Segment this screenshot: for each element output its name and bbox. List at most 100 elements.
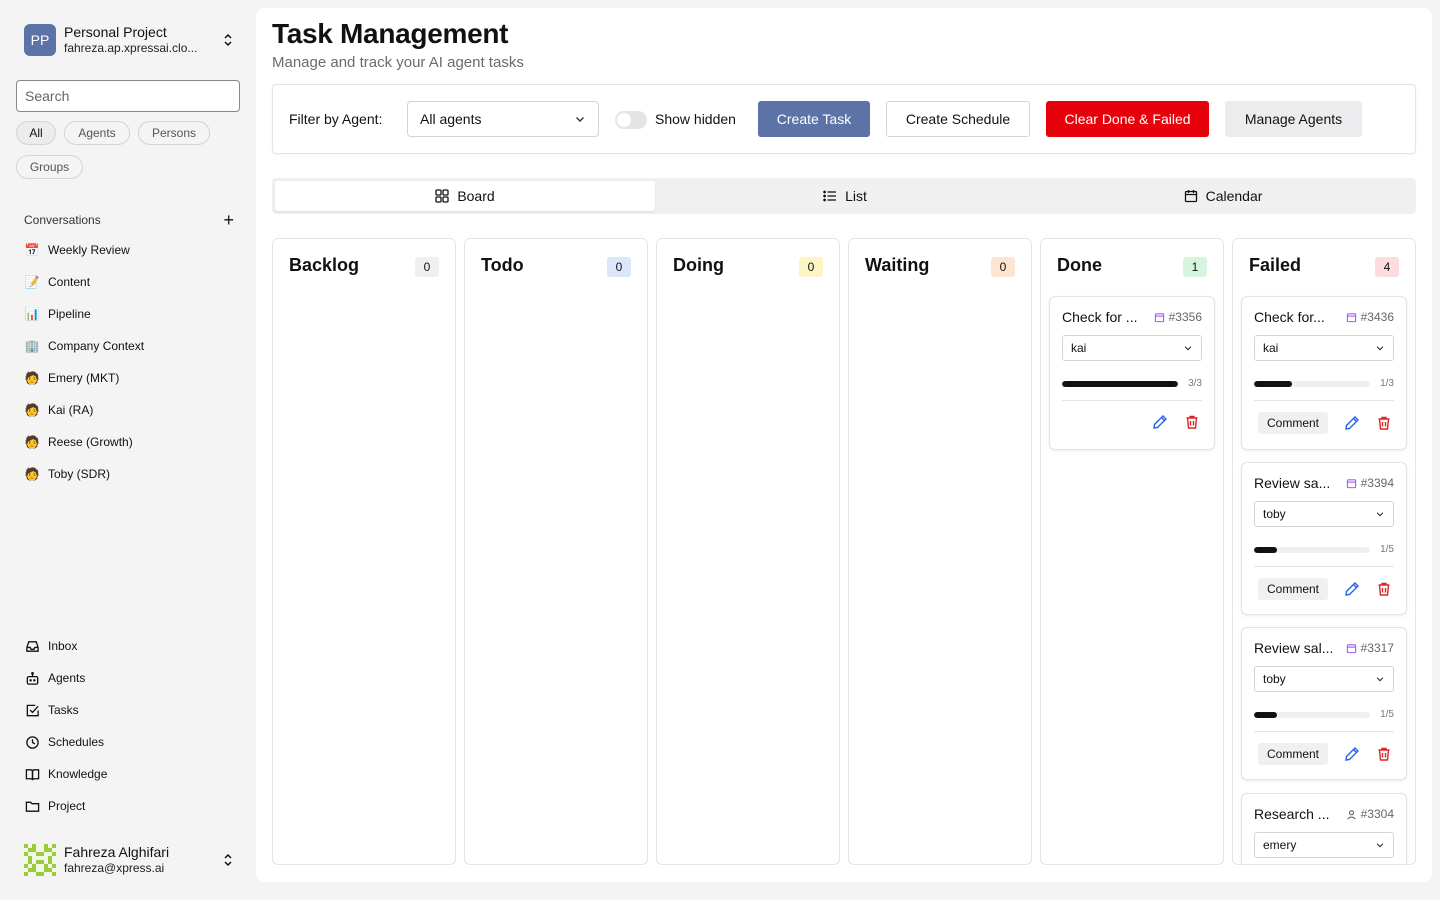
create-schedule-button[interactable]: Create Schedule — [886, 101, 1030, 137]
task-card[interactable]: Review sal... #3317 toby 1/5 Comment — [1241, 627, 1407, 780]
column-count-badge: 4 — [1375, 257, 1399, 277]
task-agent-select[interactable]: emery — [1254, 832, 1394, 858]
comment-button[interactable]: Comment — [1257, 743, 1328, 765]
task-title: Review sal... — [1254, 640, 1334, 656]
show-hidden-toggle[interactable] — [615, 111, 647, 129]
person-avatar-icon: 🧑 — [24, 371, 40, 385]
task-progress-text: 1/3 — [1380, 378, 1394, 389]
check-square-icon — [24, 702, 40, 718]
column-count-badge: 0 — [991, 257, 1015, 277]
task-progress-bar — [1254, 381, 1370, 387]
conversation-label: Reese (Growth) — [48, 435, 133, 449]
conversation-emery[interactable]: 🧑 Emery (MKT) — [24, 367, 234, 389]
page-subtitle: Manage and track your AI agent tasks — [272, 54, 524, 71]
conversation-label: Kai (RA) — [48, 403, 94, 417]
filter-chip-agents[interactable]: Agents — [64, 121, 130, 145]
column-todo: Todo 0 — [464, 238, 648, 865]
conversation-weekly-review[interactable]: 📅 Weekly Review — [24, 239, 234, 261]
manage-agents-button[interactable]: Manage Agents — [1225, 101, 1362, 137]
tab-calendar[interactable]: Calendar — [1033, 181, 1413, 211]
conversation-label: Weekly Review — [48, 243, 130, 257]
tab-board[interactable]: Board — [275, 181, 655, 211]
user-switcher[interactable]: Fahreza Alghifari fahreza@xpress.ai — [24, 842, 234, 878]
calendar-icon — [1346, 643, 1356, 653]
chevron-down-icon — [1376, 346, 1384, 351]
filter-chip-groups[interactable]: Groups — [16, 155, 83, 179]
clear-done-failed-button[interactable]: Clear Done & Failed — [1046, 101, 1209, 137]
create-task-button[interactable]: Create Task — [758, 101, 870, 137]
column-title: Backlog — [289, 255, 360, 275]
conversation-toby[interactable]: 🧑 Toby (SDR) — [24, 463, 234, 485]
tab-list[interactable]: List — [655, 181, 1035, 211]
card-divider — [1062, 400, 1202, 401]
bot-icon — [24, 670, 40, 686]
nav-agents[interactable]: Agents — [24, 667, 234, 689]
delete-trash-icon[interactable] — [1374, 579, 1394, 599]
conversation-company-context[interactable]: 🏢 Company Context — [24, 335, 234, 357]
calendar-icon — [1346, 312, 1356, 322]
nav-knowledge[interactable]: Knowledge — [24, 763, 234, 785]
column-count-badge: 0 — [799, 257, 823, 277]
column-title: Waiting — [865, 255, 930, 275]
column-doing: Doing 0 — [656, 238, 840, 865]
bar-chart-emoji-icon: 📊 — [24, 307, 40, 321]
add-conversation-icon[interactable]: + — [223, 211, 234, 229]
sidebar: PP Personal Project fahreza.ap.xpressai.… — [0, 0, 256, 900]
agent-filter-select[interactable]: All agents — [407, 101, 599, 137]
search-input[interactable] — [16, 80, 240, 112]
task-card[interactable]: Check for... #3436 kai 1/3 Comment — [1241, 296, 1407, 450]
tab-label: Board — [457, 188, 495, 204]
column-failed: Failed 4 Check for... #3436 kai 1/3 Comm… — [1232, 238, 1416, 865]
view-tabs: Board List Calendar — [272, 178, 1416, 214]
calendar-icon — [1346, 478, 1356, 488]
delete-trash-icon[interactable] — [1374, 413, 1394, 433]
task-card[interactable]: Check for ... #3356 kai 3/3 — [1049, 296, 1215, 450]
conversation-kai[interactable]: 🧑 Kai (RA) — [24, 399, 234, 421]
edit-pencil-icon[interactable] — [1342, 413, 1362, 433]
task-agent-select[interactable]: toby — [1254, 666, 1394, 692]
project-switcher[interactable]: PP Personal Project fahreza.ap.xpressai.… — [24, 24, 234, 56]
edit-pencil-icon[interactable] — [1150, 412, 1170, 432]
edit-pencil-icon[interactable] — [1342, 579, 1362, 599]
nav-inbox[interactable]: Inbox — [24, 635, 234, 657]
filter-chip-persons[interactable]: Persons — [138, 121, 210, 145]
nav-label: Schedules — [48, 735, 105, 749]
calendar-icon — [1184, 190, 1197, 203]
chevron-down-icon — [1376, 843, 1384, 848]
nav-tasks[interactable]: Tasks — [24, 699, 234, 721]
nav-project[interactable]: Project — [24, 795, 234, 817]
task-agent-select[interactable]: toby — [1254, 501, 1394, 527]
nav-schedules[interactable]: Schedules — [24, 731, 234, 753]
conversation-reese[interactable]: 🧑 Reese (Growth) — [24, 431, 234, 453]
column-count-badge: 1 — [1183, 257, 1207, 277]
column-waiting: Waiting 0 — [848, 238, 1032, 865]
nav-label: Knowledge — [48, 767, 108, 781]
filter-chip-all[interactable]: All — [16, 121, 56, 145]
main-panel: Task Management Manage and track your AI… — [256, 8, 1432, 882]
column-title: Done — [1057, 255, 1102, 275]
person-avatar-icon: 🧑 — [24, 403, 40, 417]
task-agent-value: toby — [1263, 507, 1286, 521]
person-avatar-icon: 🧑 — [24, 467, 40, 481]
task-card[interactable]: Research ... #3304 emery — [1241, 793, 1407, 864]
conversation-pipeline[interactable]: 📊 Pipeline — [24, 303, 234, 325]
task-agent-select[interactable]: kai — [1254, 335, 1394, 361]
card-divider — [1254, 731, 1394, 732]
column-title: Failed — [1249, 255, 1302, 275]
task-card[interactable]: Review sa... #3394 toby 1/5 Comment — [1241, 462, 1407, 615]
task-agent-value: toby — [1263, 672, 1286, 686]
delete-trash-icon[interactable] — [1182, 412, 1202, 432]
task-progress-bar — [1254, 547, 1370, 553]
task-agent-select[interactable]: kai — [1062, 335, 1202, 361]
conversation-label: Emery (MKT) — [48, 371, 120, 385]
delete-trash-icon[interactable] — [1374, 744, 1394, 764]
column-count-badge: 0 — [607, 257, 631, 277]
book-icon — [24, 766, 40, 782]
card-divider — [1254, 566, 1394, 567]
conversation-content[interactable]: 📝 Content — [24, 271, 234, 293]
chevron-down-icon — [576, 117, 584, 122]
edit-pencil-icon[interactable] — [1342, 744, 1362, 764]
comment-button[interactable]: Comment — [1257, 412, 1328, 434]
comment-button[interactable]: Comment — [1257, 578, 1328, 600]
task-title: Check for ... — [1062, 309, 1138, 325]
